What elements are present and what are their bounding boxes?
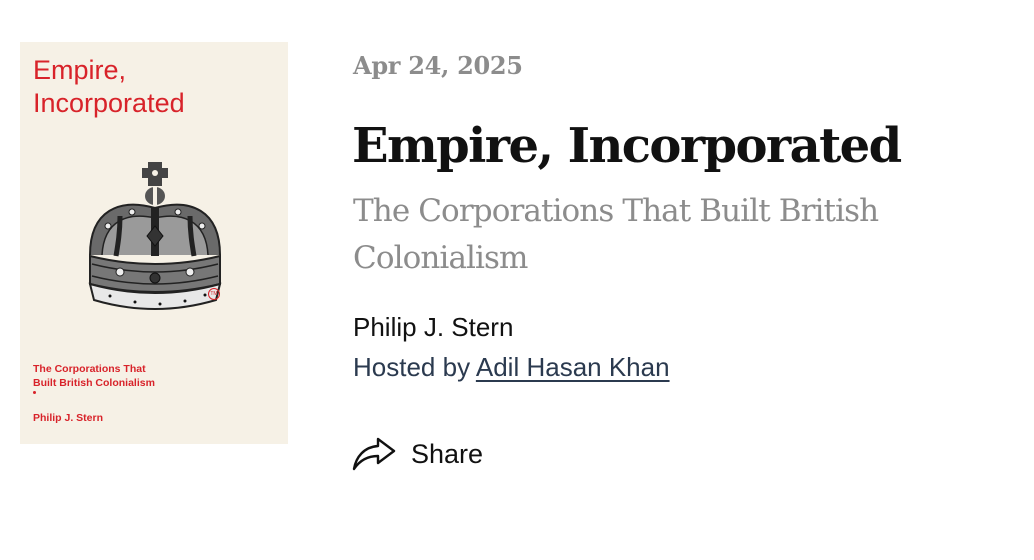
cover-author: Philip J. Stern	[33, 412, 104, 424]
author-name: Philip J. Stern	[353, 312, 514, 342]
crown-icon	[88, 162, 222, 310]
cover-title: Empire, Incorporated	[33, 54, 273, 120]
cover-subtitle: The Corporations That Built British Colo…	[33, 362, 233, 390]
episode-subtitle: The Corporations That Built British Colo…	[353, 193, 879, 276]
cover-subtitle-line-2: Built British Colonialism	[33, 377, 155, 389]
trademark-mark: TM	[208, 288, 220, 300]
host-link[interactable]: Adil Hasan Khan	[476, 352, 670, 382]
book-cover[interactable]: Empire, Incorporated TM The Corporations…	[20, 42, 288, 444]
episode-date: Apr 24, 2025	[353, 51, 523, 80]
share-arrow-icon	[352, 437, 396, 471]
cover-subtitle-line-1: The Corporations That	[33, 363, 146, 375]
share-label: Share	[411, 439, 484, 469]
cover-bullet	[33, 391, 36, 394]
cover-title-line-1: Empire,	[33, 55, 127, 85]
page-curl-icon	[252, 422, 288, 444]
episode-title: Empire, Incorporated	[352, 118, 902, 174]
cover-title-line-2: Incorporated	[33, 88, 185, 118]
hosted-by-prefix: Hosted by	[353, 352, 471, 382]
share-button[interactable]: Share	[352, 434, 483, 474]
hosted-by-line: Hosted by Adil Hasan Khan	[353, 350, 670, 384]
